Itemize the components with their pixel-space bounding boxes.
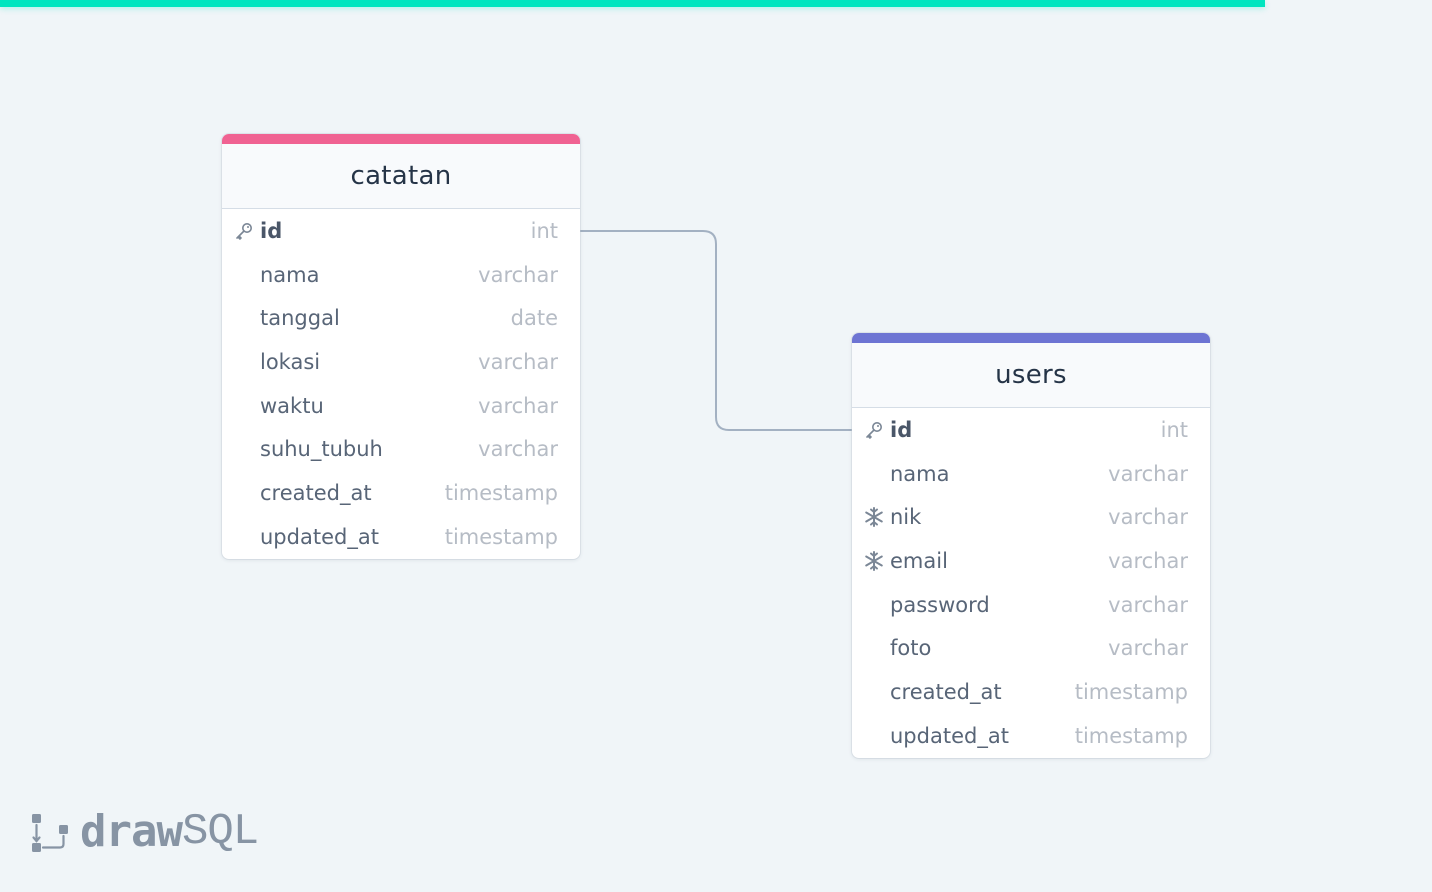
key-icon [233, 220, 255, 242]
column-row[interactable]: tanggal date [222, 296, 580, 340]
column-row[interactable]: created_at timestamp [852, 670, 1210, 714]
column-name: created_at [260, 480, 372, 505]
column-row[interactable]: id int [852, 408, 1210, 452]
column-name: updated_at [890, 723, 1009, 748]
column-type: date [510, 306, 558, 331]
column-row[interactable]: created_at timestamp [222, 471, 580, 515]
column-type: varchar [478, 437, 558, 462]
column-type: varchar [478, 262, 558, 287]
column-name: waktu [260, 393, 324, 418]
column-list: id int nama varchar tanggal date lokasi … [222, 209, 580, 559]
column-type: varchar [1108, 548, 1188, 573]
unique-snowflake-icon [863, 550, 885, 572]
column-row[interactable]: id int [222, 209, 580, 253]
column-row[interactable]: nama varchar [852, 452, 1210, 496]
column-name: nama [260, 262, 320, 287]
column-type: varchar [478, 349, 558, 374]
table-header[interactable]: catatan [222, 134, 580, 209]
column-type: timestamp [444, 524, 558, 549]
column-type: varchar [1108, 636, 1188, 661]
column-name: id [890, 417, 913, 442]
column-row[interactable]: updated_at timestamp [222, 515, 580, 559]
column-row[interactable]: updated_at timestamp [852, 714, 1210, 758]
column-type: varchar [1108, 461, 1188, 486]
table-name: users [995, 360, 1067, 390]
table-catatan[interactable]: catatan id int nama varchar tanggal date… [222, 134, 580, 559]
column-row[interactable]: nik varchar [852, 495, 1210, 539]
column-name: nik [890, 505, 922, 530]
column-type: int [1160, 417, 1188, 442]
column-type: varchar [478, 393, 558, 418]
unique-snowflake-icon [863, 506, 885, 528]
column-name: created_at [890, 679, 1002, 704]
key-icon [863, 419, 885, 441]
column-name: email [890, 548, 948, 573]
column-type: timestamp [1074, 679, 1188, 704]
column-type: timestamp [1074, 723, 1188, 748]
drawsql-logo[interactable]: draw SQL [30, 806, 259, 857]
column-name: lokasi [260, 349, 321, 374]
column-row[interactable]: email varchar [852, 539, 1210, 583]
column-type: varchar [1108, 592, 1188, 617]
column-type: int [530, 218, 558, 243]
table-header[interactable]: users [852, 333, 1210, 408]
column-row[interactable]: lokasi varchar [222, 340, 580, 384]
column-name: tanggal [260, 306, 340, 331]
logo-text-draw: draw [80, 806, 183, 857]
column-row[interactable]: suhu_tubuh varchar [222, 427, 580, 471]
column-row[interactable]: foto varchar [852, 626, 1210, 670]
column-type: timestamp [444, 480, 558, 505]
relation-line-catatan-id-to-users-id [580, 230, 852, 431]
column-name: id [260, 218, 283, 243]
drawsql-logo-icon [32, 813, 68, 852]
column-name: suhu_tubuh [260, 437, 383, 462]
column-name: password [890, 592, 990, 617]
column-row[interactable]: waktu varchar [222, 384, 580, 428]
column-list: id int nama varchar nik varchar email va… [852, 408, 1210, 758]
column-type: varchar [1108, 505, 1188, 530]
table-name: catatan [350, 161, 452, 191]
table-users[interactable]: users id int nama varchar nik varchar em… [852, 333, 1210, 758]
column-name: nama [890, 461, 950, 486]
column-row[interactable]: nama varchar [222, 253, 580, 297]
logo-text-sql: SQL [181, 806, 259, 857]
column-name: updated_at [260, 524, 379, 549]
column-name: foto [890, 636, 932, 661]
relation-connector [580, 230, 852, 431]
column-row[interactable]: password varchar [852, 583, 1210, 627]
